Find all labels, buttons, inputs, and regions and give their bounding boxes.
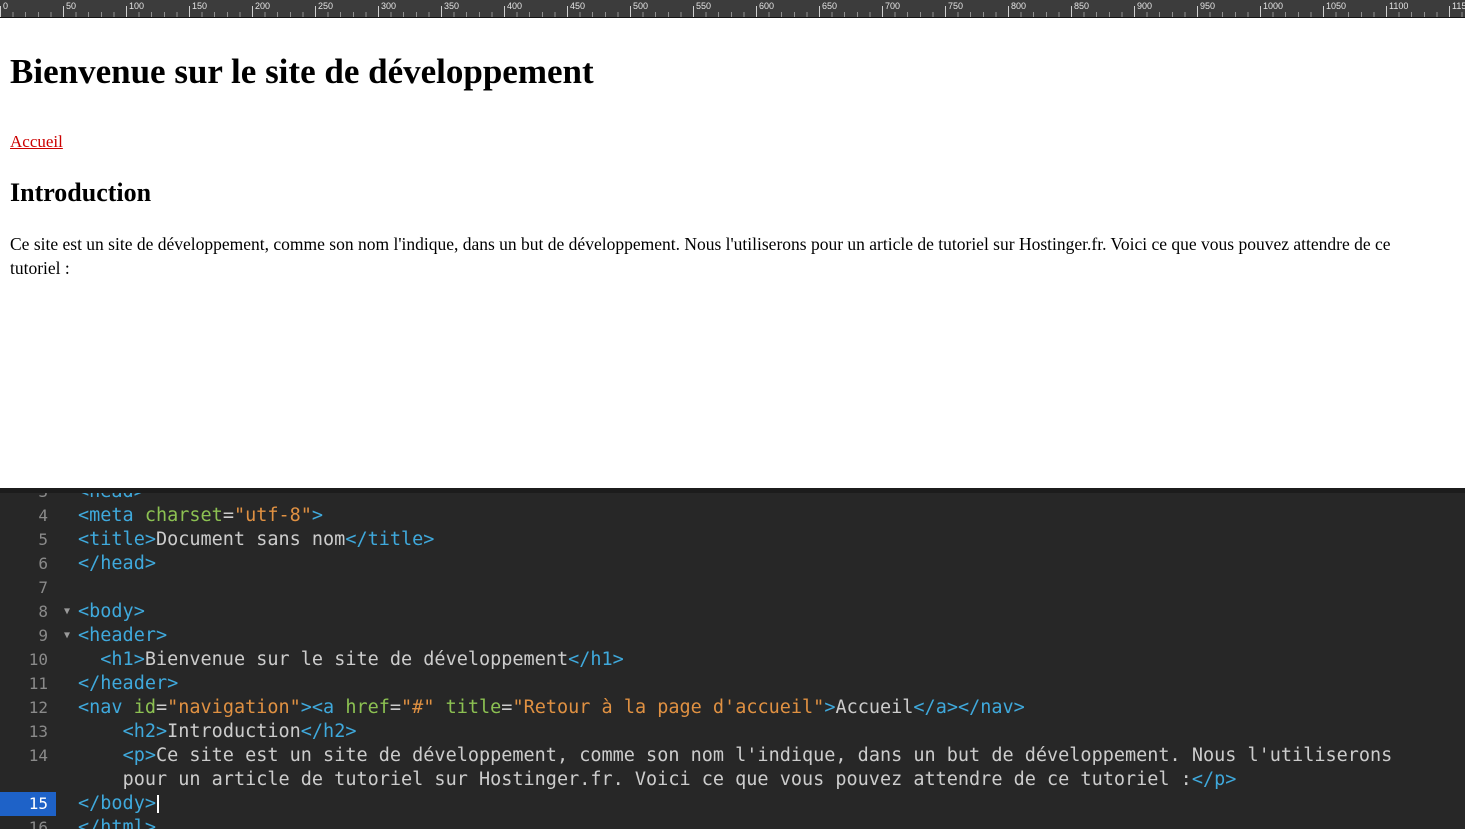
code-line[interactable]: pour un article de tutoriel sur Hostinge… (0, 768, 1465, 792)
line-number (0, 768, 56, 792)
code-line[interactable]: 5 <title>Document sans nom</title> (0, 528, 1465, 552)
ruler-label: 900 (1137, 1, 1152, 11)
fold-spacer (56, 576, 78, 600)
ruler-label: 400 (507, 1, 522, 11)
fold-spacer (56, 528, 78, 552)
code-line[interactable]: 12 <nav id="navigation"><a href="#" title… (0, 696, 1465, 720)
fold-arrow-icon[interactable]: ▼ (56, 600, 78, 624)
ruler-label: 200 (255, 1, 270, 11)
ruler-label: 1050 (1326, 1, 1346, 11)
fold-spacer (56, 744, 78, 768)
code-line[interactable]: 9▼<header> (0, 624, 1465, 648)
code-line[interactable]: 10 <h1>Bienvenue sur le site de développ… (0, 648, 1465, 672)
code-rows: 3 <head> 4 <meta charset="utf-8"> 5 <title>Do… (0, 493, 1465, 829)
code-line[interactable]: 16 </html> (0, 816, 1465, 829)
code-text: <header> (78, 624, 167, 648)
code-line[interactable]: 3 <head> (0, 493, 1465, 504)
fold-spacer (56, 648, 78, 672)
line-number: 4 (0, 504, 56, 528)
ruler-label: 0 (3, 1, 8, 11)
code-text: <head> (78, 493, 145, 504)
ruler-label: 550 (696, 1, 711, 11)
ruler-label: 1000 (1263, 1, 1283, 11)
pane-splitter[interactable] (0, 488, 1465, 493)
fold-spacer (56, 720, 78, 744)
line-number: 11 (0, 672, 56, 696)
ruler-label: 750 (948, 1, 963, 11)
code-text: </body> (78, 792, 159, 816)
intro-paragraph: Ce site est un site de développement, co… (10, 232, 1428, 280)
ruler-label: 500 (633, 1, 648, 11)
ruler-label: 100 (129, 1, 144, 11)
code-text: <meta charset="utf-8"> (78, 504, 323, 528)
ruler-label: 800 (1011, 1, 1026, 11)
ruler-label: 600 (759, 1, 774, 11)
fold-spacer (56, 493, 78, 504)
line-number: 8 (0, 600, 56, 624)
ruler-label: 250 (318, 1, 333, 11)
line-number: 14 (0, 744, 56, 768)
accueil-link[interactable]: Accueil (10, 132, 63, 151)
code-line[interactable]: 11 </header> (0, 672, 1465, 696)
line-number: 15 (0, 792, 56, 816)
ruler-label: 850 (1074, 1, 1089, 11)
code-text: </header> (78, 672, 178, 696)
page-title: Bienvenue sur le site de développement (10, 52, 1455, 92)
code-text: </head> (78, 552, 156, 576)
code-line[interactable]: 8▼<body> (0, 600, 1465, 624)
ruler-label: 50 (66, 1, 76, 11)
nav-line: Accueil (10, 132, 1455, 152)
code-text: <p>Ce site est un site de développement,… (78, 744, 1392, 768)
ruler-label: 1150 (1452, 1, 1465, 11)
line-number: 7 (0, 576, 56, 600)
line-number: 5 (0, 528, 56, 552)
code-text: <title>Document sans nom</title> (78, 528, 434, 552)
ruler-label: 950 (1200, 1, 1215, 11)
code-line[interactable]: 13 <h2>Introduction</h2> (0, 720, 1465, 744)
code-view-pane[interactable]: 3 <head> 4 <meta charset="utf-8"> 5 <title>Do… (0, 493, 1465, 829)
code-text: </html> (78, 816, 156, 829)
ruler-label: 150 (192, 1, 207, 11)
ruler-label: 350 (444, 1, 459, 11)
code-text: <h2>Introduction</h2> (78, 720, 356, 744)
design-view-pane[interactable]: Bienvenue sur le site de développement A… (0, 18, 1465, 488)
fold-spacer (56, 696, 78, 720)
line-number: 10 (0, 648, 56, 672)
fold-spacer (56, 552, 78, 576)
code-line[interactable]: 15 </body> (0, 792, 1465, 816)
code-line[interactable]: 4 <meta charset="utf-8"> (0, 504, 1465, 528)
ruler-label: 450 (570, 1, 585, 11)
fold-arrow-icon[interactable]: ▼ (56, 624, 78, 648)
ruler-label: 300 (381, 1, 396, 11)
code-line[interactable]: 6 </head> (0, 552, 1465, 576)
fold-spacer (56, 768, 78, 792)
ruler-label: 700 (885, 1, 900, 11)
code-line[interactable]: 7 (0, 576, 1465, 600)
line-number: 9 (0, 624, 56, 648)
horizontal-ruler: 0 50 100 150 200 250 300 350 400 450 500 550 600 650 7… (0, 0, 1465, 18)
line-number: 12 (0, 696, 56, 720)
code-text: <body> (78, 600, 145, 624)
code-text: <nav id="navigation"><a href="#" title="… (78, 696, 1025, 720)
ruler-label: 1100 (1389, 1, 1408, 11)
line-number: 6 (0, 552, 56, 576)
editor-split-view: 0 50 100 150 200 250 300 350 400 450 500 550 600 650 7… (0, 0, 1465, 829)
line-number: 13 (0, 720, 56, 744)
fold-spacer (56, 816, 78, 829)
fold-spacer (56, 672, 78, 696)
text-cursor (157, 795, 159, 813)
line-number: 3 (0, 493, 56, 504)
code-text: <h1>Bienvenue sur le site de développeme… (78, 648, 624, 672)
line-number: 16 (0, 816, 56, 829)
code-line[interactable]: 14 <p>Ce site est un site de développeme… (0, 744, 1465, 768)
section-heading: Introduction (10, 178, 1455, 208)
fold-spacer (56, 504, 78, 528)
code-text: pour un article de tutoriel sur Hostinge… (78, 768, 1236, 792)
ruler-label: 650 (822, 1, 837, 11)
fold-spacer (56, 792, 78, 816)
